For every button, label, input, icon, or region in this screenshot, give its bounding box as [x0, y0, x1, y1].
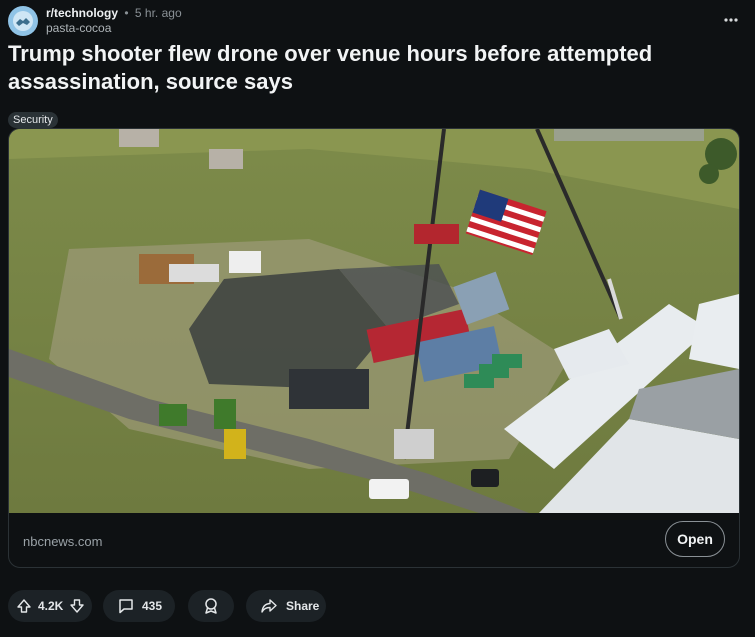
award-button[interactable] [188, 590, 234, 622]
comments-button[interactable]: 435 [103, 590, 175, 622]
share-label: Share [286, 599, 320, 613]
post-meta: r/technology • 5 hr. ago pasta-cocoa [46, 6, 182, 36]
subreddit-name[interactable]: r/technology [46, 6, 118, 20]
comment-count: 435 [142, 599, 163, 613]
comment-icon [117, 597, 135, 615]
link-thumbnail-image[interactable] [9, 129, 739, 513]
award-icon [202, 597, 220, 615]
link-domain[interactable]: nbcnews.com [23, 534, 102, 549]
subreddit-avatar-icon[interactable] [8, 6, 38, 36]
vote-count: 4.2K [38, 599, 64, 613]
post-flair[interactable]: Security [8, 112, 58, 128]
open-link-button[interactable]: Open [665, 521, 725, 557]
upvote-icon[interactable] [16, 598, 32, 614]
post-header: r/technology • 5 hr. ago pasta-cocoa [8, 4, 747, 38]
share-icon [260, 597, 278, 615]
link-card[interactable]: nbcnews.com Open [8, 128, 740, 568]
post-author[interactable]: pasta-cocoa [46, 21, 182, 36]
downvote-icon[interactable] [69, 598, 85, 614]
more-options-icon[interactable] [721, 10, 741, 30]
separator-dot: • [124, 6, 129, 20]
share-button[interactable]: Share [246, 590, 326, 622]
post-time: 5 hr. ago [134, 6, 182, 20]
vote-group: 4.2K [8, 590, 92, 622]
post-title[interactable]: Trump shooter flew drone over venue hour… [8, 40, 728, 96]
